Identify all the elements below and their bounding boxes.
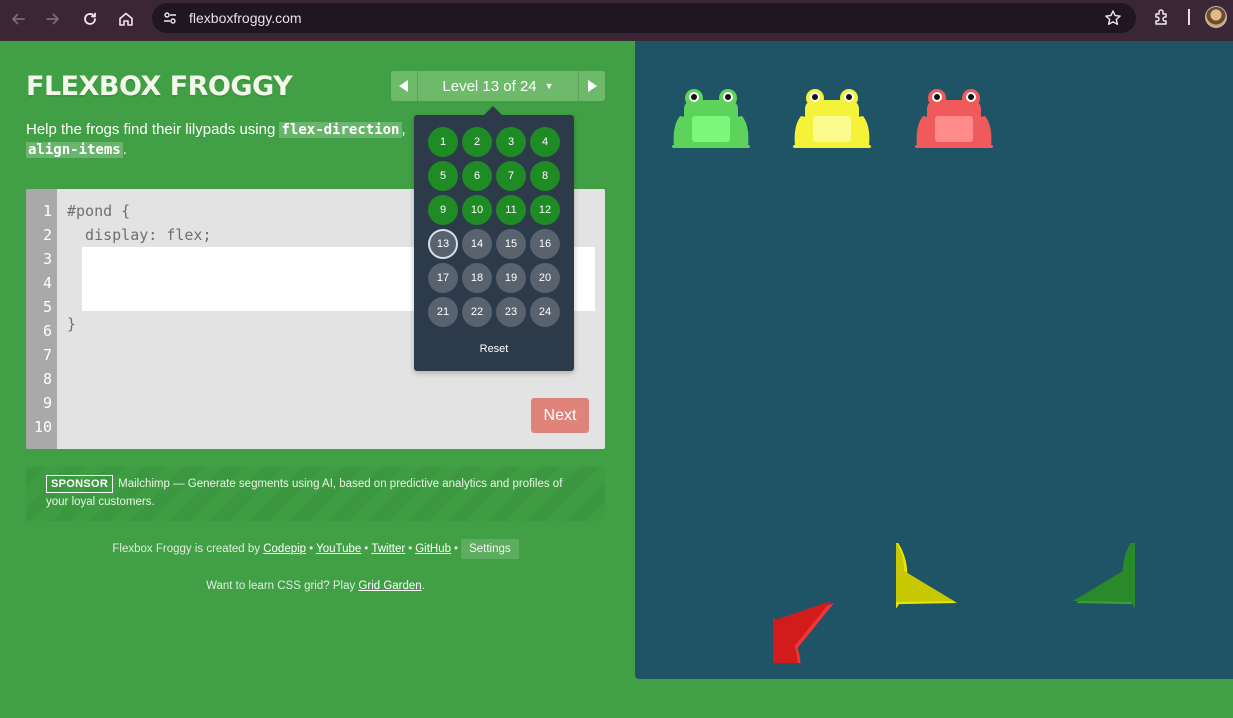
link-twitter[interactable]: Twitter: [371, 543, 405, 555]
dropdown-pointer: [483, 106, 503, 116]
separator-dot: •: [364, 543, 369, 555]
level-button-14[interactable]: 14: [462, 229, 492, 259]
credits-line: Flexbox Froggy is created by Codepip • You…: [26, 539, 605, 559]
level-button-16[interactable]: 16: [530, 229, 560, 259]
line-number: 9: [42, 394, 52, 412]
forward-icon[interactable]: [40, 6, 66, 32]
level-button-9[interactable]: 9: [428, 195, 458, 225]
sponsor-badge: SPONSOR: [46, 475, 114, 493]
extensions-icon[interactable]: [1152, 7, 1172, 27]
lilypad-yellow: [788, 514, 1016, 663]
code-line-6: }: [67, 315, 77, 333]
instructions-prefix: Help the frogs find their lilypads using: [26, 121, 280, 138]
line-number: 6: [42, 322, 52, 340]
level-button-24[interactable]: 24: [530, 297, 560, 327]
previous-level-button[interactable]: [391, 71, 418, 101]
toolbar-divider: [1188, 9, 1190, 25]
instructions-middle: ,: [401, 121, 410, 138]
line-number: 1: [42, 202, 52, 220]
bookmark-star-icon[interactable]: [1104, 9, 1122, 27]
line-number: 8: [42, 370, 52, 388]
settings-button[interactable]: Settings: [461, 539, 519, 559]
level-button-11[interactable]: 11: [496, 195, 526, 225]
link-codepip[interactable]: Codepip: [263, 543, 306, 555]
level-button-12[interactable]: 12: [530, 195, 560, 225]
line-number: 5: [42, 298, 52, 316]
next-button[interactable]: Next: [531, 398, 589, 433]
link-github[interactable]: GitHub: [415, 543, 451, 555]
line-number: 10: [33, 418, 52, 436]
code-align-items: align-items: [26, 142, 123, 158]
sponsor-banner[interactable]: SPONSOR Mailchimp — Generate segments usi…: [26, 467, 605, 521]
site-info-icon[interactable]: [160, 8, 180, 28]
level-button-18[interactable]: 18: [462, 263, 492, 293]
url-text[interactable]: flexboxfroggy.com: [189, 10, 302, 26]
next-level-arrow-button[interactable]: [578, 71, 605, 101]
frog-yellow: [793, 86, 871, 150]
level-indicator-text: Level 13 of 24: [442, 77, 537, 95]
level-indicator-button[interactable]: Level 13 of 24 ▼: [418, 71, 578, 101]
level-button-15[interactable]: 15: [496, 229, 526, 259]
reload-icon[interactable]: [77, 6, 103, 32]
line-number: 2: [42, 226, 52, 244]
level-button-2[interactable]: 2: [462, 127, 492, 157]
line-number: 3: [42, 250, 52, 268]
line-number: 7: [42, 346, 52, 364]
lilypad-green: [1015, 514, 1233, 663]
code-line-2: display: flex;: [67, 226, 212, 244]
level-button-23[interactable]: 23: [496, 297, 526, 327]
code-flex-direction: flex-direction: [279, 122, 402, 138]
line-number: 4: [42, 274, 52, 292]
credits-prefix: Flexbox Froggy is created by: [112, 543, 264, 555]
browser-toolbar: flexboxfroggy.com: [0, 0, 1233, 41]
level-button-19[interactable]: 19: [496, 263, 526, 293]
caret-down-icon: ▼: [544, 81, 554, 91]
separator-dot: •: [408, 543, 413, 555]
level-button-13[interactable]: 13: [428, 229, 458, 259]
level-button-6[interactable]: 6: [462, 161, 492, 191]
level-button-5[interactable]: 5: [428, 161, 458, 191]
grid-garden-promo: Want to learn CSS grid? Play Grid Garden…: [26, 576, 605, 596]
separator-dot: •: [454, 543, 459, 555]
triangle-right-icon: [588, 80, 597, 92]
game-title: FLEXBOX FROGGY: [26, 71, 293, 102]
frog-red: [915, 86, 993, 150]
level-button-3[interactable]: 3: [496, 127, 526, 157]
code-line-1: #pond {: [67, 202, 131, 220]
level-button-1[interactable]: 1: [428, 127, 458, 157]
level-button-21[interactable]: 21: [428, 297, 458, 327]
frog-green: [672, 86, 750, 150]
level-button-8[interactable]: 8: [530, 161, 560, 191]
promo-suffix: .: [421, 580, 425, 592]
link-youtube[interactable]: YouTube: [316, 543, 361, 555]
address-bar[interactable]: flexboxfroggy.com: [152, 3, 1136, 33]
level-button-20[interactable]: 20: [530, 263, 560, 293]
level-button-22[interactable]: 22: [462, 297, 492, 327]
level-button-4[interactable]: 4: [530, 127, 560, 157]
separator-dot: •: [309, 543, 314, 555]
sponsor-text[interactable]: Mailchimp — Generate segments using AI, …: [46, 478, 562, 508]
instructions-suffix: .: [122, 141, 127, 158]
promo-prefix: Want to learn CSS grid? Play: [206, 580, 359, 592]
level-button-17[interactable]: 17: [428, 263, 458, 293]
profile-avatar[interactable]: [1205, 6, 1227, 28]
level-button-7[interactable]: 7: [496, 161, 526, 191]
triangle-left-icon: [399, 80, 408, 92]
link-grid-garden[interactable]: Grid Garden: [358, 580, 421, 592]
back-icon[interactable]: [5, 6, 31, 32]
home-icon[interactable]: [113, 6, 139, 32]
line-number-gutter: 1 2 3 4 5 6 7 8 9 10: [26, 189, 57, 449]
level-dropdown: Reset 1 2 3 4 5 6 7 8 9 10 11 12 13 14 15 16 17 18 19 20 21 2…: [414, 106, 574, 371]
level-navigator: Level 13 of 24 ▼: [391, 71, 605, 101]
reset-button[interactable]: Reset: [414, 343, 574, 355]
lilypad-red: [681, 543, 893, 718]
pond: [635, 41, 1233, 718]
level-button-10[interactable]: 10: [462, 195, 492, 225]
